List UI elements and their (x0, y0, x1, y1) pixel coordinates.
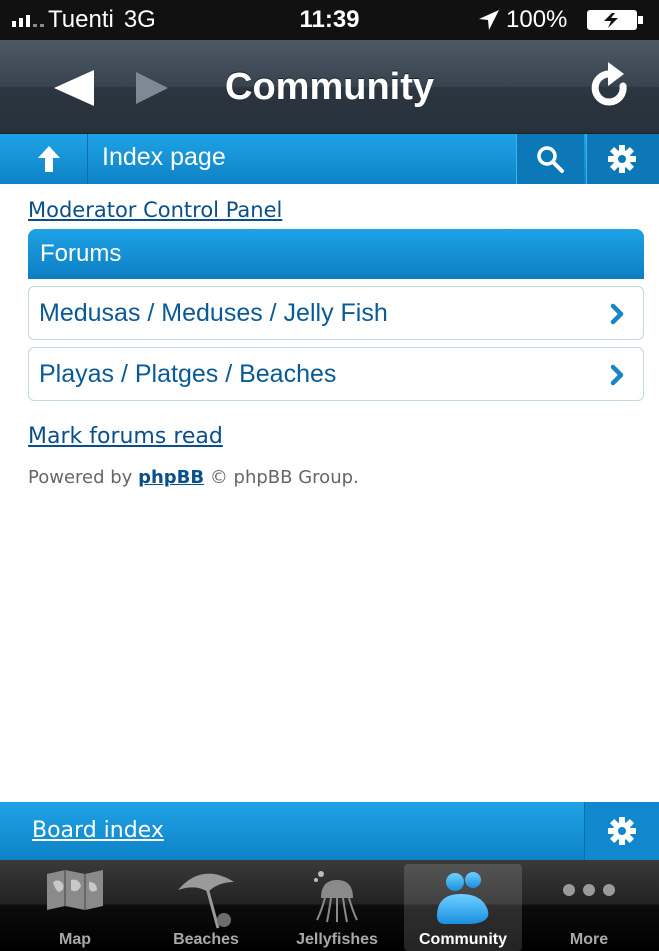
forums-section-header: Forums (28, 229, 644, 279)
header-title: Index page (102, 143, 226, 171)
tab-map[interactable]: Map (16, 864, 134, 951)
search-icon (537, 146, 564, 173)
tab-jellyfishes[interactable]: Jellyfishes (278, 864, 396, 951)
tab-label: Jellyfishes (296, 931, 378, 948)
gear-icon (608, 145, 636, 173)
location-arrow-icon (479, 10, 499, 30)
powered-prefix: Powered by (28, 467, 133, 488)
jellyfish-icon (314, 871, 358, 923)
battery-percent: 100% (506, 6, 568, 33)
mark-forums-read-link[interactable]: Mark forums read (28, 424, 223, 449)
board-header-bar: Index page (0, 134, 659, 184)
map-icon (47, 870, 103, 910)
umbrella-icon (178, 873, 234, 929)
tab-community[interactable]: Community (404, 864, 522, 951)
tab-beaches[interactable]: Beaches (147, 864, 265, 951)
tab-more[interactable]: More (530, 864, 648, 951)
navigation-bar: Community (0, 40, 659, 134)
chevron-right-icon (610, 303, 624, 325)
more-dots-icon (563, 884, 615, 896)
tab-label: More (569, 931, 609, 948)
up-arrow-icon (38, 146, 60, 172)
reload-icon[interactable] (588, 62, 634, 112)
moderator-control-panel-link[interactable]: Moderator Control Panel (28, 198, 282, 222)
status-bar: Tuenti 3G 11:39 100% (0, 0, 659, 40)
forum-row-beaches[interactable]: Playas / Platges / Beaches (28, 347, 644, 401)
phpbb-link[interactable]: phpBB (138, 467, 204, 488)
board-index-link[interactable]: Board index (32, 818, 164, 843)
forum-row-jellyfish[interactable]: Medusas / Meduses / Jelly Fish (28, 286, 644, 340)
footer-settings-button[interactable] (584, 802, 659, 860)
powered-suffix: © phpBB Group. (209, 467, 359, 488)
forum-title: Medusas / Meduses / Jelly Fish (39, 299, 388, 327)
chevron-right-icon (610, 364, 624, 386)
tab-label: Map (59, 931, 91, 948)
tab-label: Beaches (173, 931, 239, 948)
tab-label: Community (419, 931, 507, 948)
search-button[interactable] (516, 134, 584, 184)
page-title: Community (225, 66, 434, 108)
tab-bar: Map Beaches Jellyfishes Community More (0, 860, 659, 951)
settings-button[interactable] (586, 134, 659, 184)
board-footer-bar: Board index (0, 802, 659, 860)
powered-by-footer: Powered by phpBB © phpBB Group. (28, 467, 359, 488)
forum-title: Playas / Platges / Beaches (39, 360, 337, 388)
gear-icon (608, 817, 636, 845)
up-button[interactable] (0, 134, 88, 184)
battery-charging-icon (587, 10, 643, 30)
people-icon (437, 872, 489, 924)
back-arrow-icon[interactable] (50, 68, 98, 108)
